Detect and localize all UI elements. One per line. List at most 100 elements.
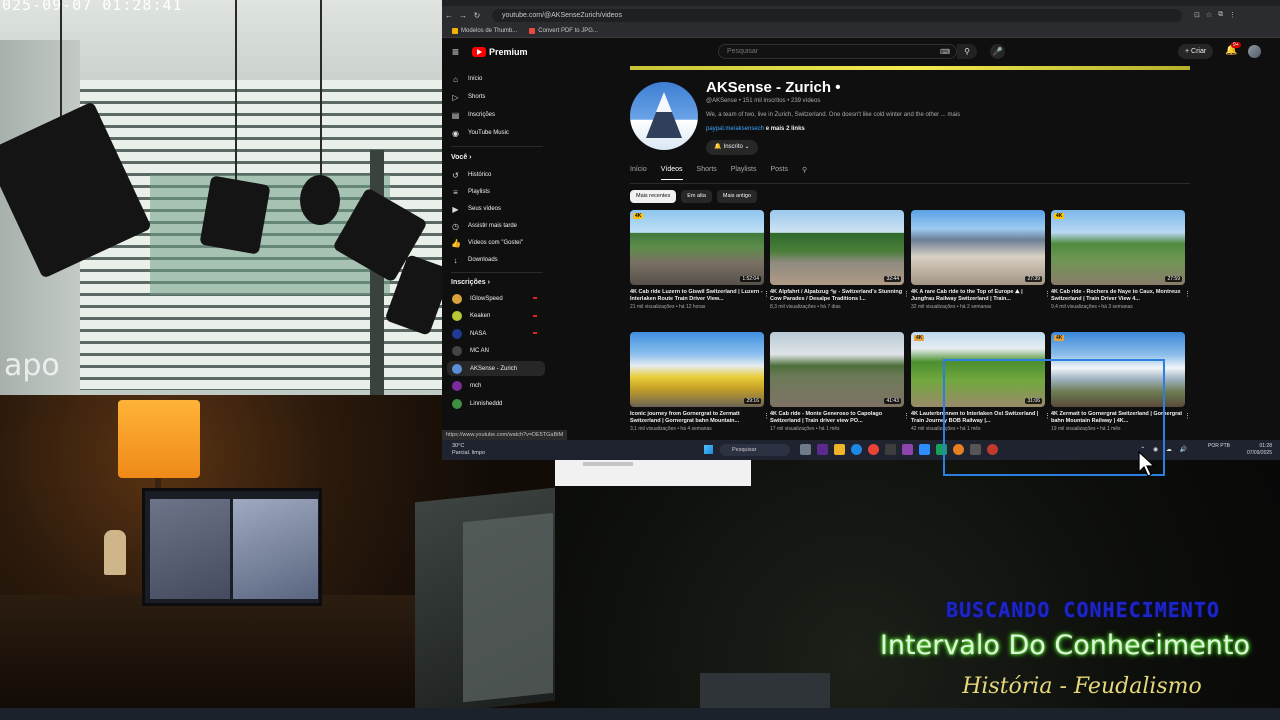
video-card[interactable]: 4K 1:52:04 4K Cab ride Luzern to Giswil Sw…	[630, 210, 770, 310]
file-explorer-icon[interactable]	[834, 444, 845, 455]
youtube-logo[interactable]: Premium	[472, 47, 528, 57]
video-thumbnail[interactable]: 29:16	[630, 332, 764, 407]
subscription-item[interactable]: Linnisheddd	[447, 396, 545, 411]
subscription-item[interactable]: MC AN	[447, 344, 545, 359]
address-input[interactable]: youtube.com/@AKSenseZurich/videos	[492, 8, 1182, 22]
sidebar-item[interactable]: ◷ Assistir mais tarde	[451, 219, 517, 233]
sidebar-item[interactable]: ↺ Histórico	[451, 168, 491, 182]
subscription-item[interactable]: Keaken	[447, 309, 545, 324]
video-thumbnail[interactable]: 4K 27:59	[1051, 210, 1185, 285]
teams-icon[interactable]	[817, 444, 828, 455]
subscription-item[interactable]: IGlowSpeed	[447, 291, 545, 306]
task-view-icon[interactable]	[800, 444, 811, 455]
notifications-bell-icon[interactable]: 🔔 9+	[1225, 42, 1241, 56]
light-cable	[320, 0, 322, 175]
video-title[interactable]: 4K Alpfahrt / Alpabzug 🐄 - Switzerland's…	[770, 289, 904, 303]
video-thumbnail[interactable]: 41:43	[770, 332, 904, 407]
channel-link[interactable]: paypal.me/aksensech	[706, 126, 764, 132]
channel-links[interactable]: paypal.me/aksensech e mais 2 links	[706, 126, 805, 132]
bookmark-star-icon[interactable]: ☆	[1206, 11, 1212, 19]
subscription-label: NASA	[470, 330, 487, 337]
video-title[interactable]: 4K Cab ride - Rochers de Naye to Caux, M…	[1051, 289, 1185, 303]
video-title[interactable]: 4K Cab ride - Monte Generoso to Capolago…	[770, 411, 904, 425]
channel-tab[interactable]: Vídeos	[660, 166, 683, 180]
sidebar-item[interactable]: ≡ Playlists	[451, 185, 490, 199]
channel-description[interactable]: We, a team of two, live in Zurich, Switz…	[706, 112, 960, 118]
bookmark-favicon-icon	[452, 27, 458, 34]
start-icon[interactable]	[704, 445, 713, 454]
sidebar-item[interactable]: ▶ Seus vídeos	[451, 202, 501, 216]
more-options-icon[interactable]: ⋮	[1184, 412, 1191, 420]
create-button[interactable]: + Criar	[1178, 44, 1214, 59]
search-input[interactable]	[718, 44, 957, 59]
sidebar-item[interactable]: 👍 Vídeos com "Gostei"	[451, 236, 523, 250]
sidebar-item[interactable]: ▤ Inscrições	[451, 108, 495, 122]
clock[interactable]: 01:28 07/09/2025	[1247, 443, 1272, 457]
sort-chip[interactable]: Mais antigo	[716, 190, 758, 203]
back-icon[interactable]: ←	[442, 11, 456, 20]
sidebar-item[interactable]: ◉ YouTube Music	[451, 126, 509, 140]
more-options-icon[interactable]: ⋮	[1184, 290, 1191, 298]
tabs-divider	[630, 183, 1190, 184]
sort-chip[interactable]: Em alta	[681, 190, 712, 203]
taskbar-search[interactable]: Pesquisar	[720, 444, 790, 456]
store-icon[interactable]	[885, 444, 896, 455]
subscription-item[interactable]: AKSense - Zurich	[447, 361, 545, 376]
more-options-icon[interactable]: ⋮	[1044, 290, 1051, 298]
video-thumbnail[interactable]: 4K 1:52:04	[630, 210, 764, 285]
subscription-item[interactable]: mch	[447, 379, 545, 394]
hamburger-menu-icon[interactable]: ≡	[452, 45, 459, 59]
channel-tab[interactable]: Posts	[770, 166, 788, 180]
search-button[interactable]: ⚲	[957, 44, 977, 59]
studio-light	[300, 175, 340, 225]
more-options-icon[interactable]: ⋮	[903, 412, 910, 420]
app-icon[interactable]	[919, 444, 930, 455]
weather-widget[interactable]: 30°C Parcial. limpo	[452, 443, 485, 457]
video-card[interactable]: 32:44 4K Alpfahrt / Alpabzug 🐄 - Switzerl…	[770, 210, 910, 310]
video-card[interactable]: 41:43 4K Cab ride - Monte Generoso to Cap…	[770, 332, 910, 432]
channel-tab[interactable]: Início	[630, 166, 647, 180]
bookmark-item[interactable]: Modelos de Thumb...	[452, 27, 517, 34]
browser-menu-icon[interactable]: ⋮	[1229, 11, 1236, 19]
forward-icon[interactable]: →	[456, 11, 470, 20]
sidebar-item[interactable]: ▷ Shorts	[451, 90, 485, 104]
more-options-icon[interactable]: ⋮	[903, 290, 910, 298]
account-avatar[interactable]	[1248, 45, 1261, 58]
reload-icon[interactable]: ↻	[470, 11, 484, 20]
extensions-icon[interactable]: ⧉	[1218, 11, 1223, 19]
sidebar-section-you[interactable]: Você ›	[451, 154, 472, 161]
video-thumbnail[interactable]: 32:44	[770, 210, 904, 285]
more-options-icon[interactable]: ⋮	[763, 412, 770, 420]
language-indicator[interactable]: POR PTB	[1208, 443, 1230, 450]
microphone-icon[interactable]: 🎤	[990, 44, 1005, 59]
subscription-item[interactable]: NASA	[447, 326, 545, 341]
video-title[interactable]: 4K Cab ride Luzern to Giswil Switzerland…	[630, 289, 764, 303]
channel-search-icon[interactable]: ⚲	[802, 166, 807, 180]
video-title[interactable]: 4K A rare Cab ride to the Top of Europe …	[911, 289, 1045, 303]
sidebar-item[interactable]: ↓ Downloads	[451, 253, 498, 267]
app-icon[interactable]	[902, 444, 913, 455]
bottom-strip	[0, 708, 1280, 720]
chrome-icon[interactable]	[868, 444, 879, 455]
install-icon[interactable]: ⊡	[1194, 11, 1200, 19]
video-card[interactable]: 4K 27:59 4K Cab ride - Rochers de Naye to …	[1051, 210, 1191, 310]
edge-icon[interactable]	[851, 444, 862, 455]
channel-meta: @AKSense • 151 mil inscritos • 239 vídeo…	[706, 98, 821, 104]
video-title[interactable]: Iconic journey from Gornergrat to Zermat…	[630, 411, 764, 425]
channel-tab[interactable]: Playlists	[731, 166, 757, 180]
video-duration: 27:59	[1165, 276, 1182, 282]
video-card[interactable]: 29:16 Iconic journey from Gornergrat to Z…	[630, 332, 770, 432]
keyboard-icon[interactable]: ⌨	[940, 48, 950, 56]
video-thumbnail[interactable]: 27:39	[911, 210, 1045, 285]
sidebar-item[interactable]: ⌂ Início	[451, 72, 482, 86]
bookmark-item[interactable]: Convert PDF to JPG...	[529, 27, 598, 34]
channel-tab[interactable]: Shorts	[697, 166, 717, 180]
more-links[interactable]: e mais 2 links	[766, 126, 805, 132]
sidebar-section-subscriptions[interactable]: Inscrições ›	[451, 279, 490, 286]
video-card[interactable]: 27:39 4K A rare Cab ride to the Top of Eu…	[911, 210, 1051, 310]
sort-chip[interactable]: Mais recentes	[630, 190, 677, 203]
subscribed-button[interactable]: 🔔 Inscrito ⌄	[706, 140, 758, 155]
music-icon: ◉	[452, 128, 459, 138]
more-options-icon[interactable]: ⋮	[763, 290, 770, 298]
channel-avatar[interactable]	[630, 82, 698, 150]
